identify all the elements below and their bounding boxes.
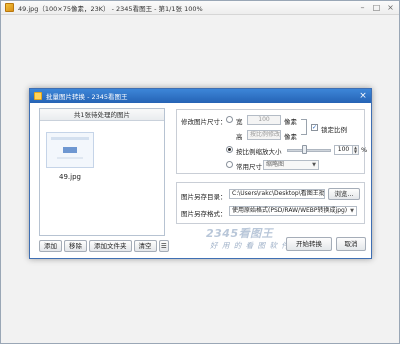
close-icon[interactable]: × bbox=[386, 3, 395, 12]
save-format-label: 图片另存格式： bbox=[181, 210, 227, 218]
scale-label: 按比例缩放大小 bbox=[236, 148, 282, 156]
thumbnail-line bbox=[57, 157, 83, 159]
common-size-value: 缩略图 bbox=[266, 161, 285, 168]
ratio-link-bracket bbox=[301, 119, 307, 135]
dialog-titlebar: 批量图片转换 - 2345看图王 × bbox=[30, 89, 371, 103]
start-convert-button[interactable]: 开始转换 bbox=[286, 237, 332, 251]
save-format-select[interactable]: 使用原始格式(PSD/RAW/WEBP转换成jpg) ▼ bbox=[229, 206, 357, 216]
resize-settings: 修改图片尺寸： 宽 100 像素 ✓ 锁定比例 高 按比例修改 像素 按比例缩放… bbox=[176, 109, 368, 174]
thumbnail-center bbox=[63, 147, 77, 153]
file-name: 49.jpg bbox=[59, 173, 81, 181]
app-title: 49.jpg（100×75像素，23K） - 2345看图王 - 第1/1张 1… bbox=[18, 4, 203, 13]
app-window: 49.jpg（100×75像素，23K） - 2345看图王 - 第1/1张 1… bbox=[0, 0, 400, 344]
add-folder-button[interactable]: 添加文件夹 bbox=[89, 240, 132, 252]
radio-common-size[interactable] bbox=[226, 161, 233, 168]
scale-slider-track[interactable] bbox=[287, 149, 331, 152]
save-format-value: 使用原始格式(PSD/RAW/WEBP转换成jpg) bbox=[232, 207, 348, 214]
save-dir-label: 图片另存目录： bbox=[181, 193, 227, 201]
common-size-label: 常用尺寸 bbox=[236, 163, 262, 171]
scale-input[interactable]: 100 bbox=[334, 145, 353, 155]
dialog-app-icon bbox=[34, 92, 42, 100]
save-settings: 图片另存目录： C:\Users\rakc\Desktop\看图王批 浏览...… bbox=[176, 182, 365, 224]
common-size-select[interactable]: 缩略图 ▼ bbox=[263, 160, 319, 170]
add-button[interactable]: 添加 bbox=[39, 240, 62, 252]
chevron-down-icon: ▼ bbox=[312, 162, 316, 168]
brand-logo: 2345看图王 bbox=[206, 227, 274, 240]
scale-spinner[interactable]: ▲ ▼ bbox=[353, 145, 359, 155]
app-titlebar: 49.jpg（100×75像素，23K） - 2345看图王 - 第1/1张 1… bbox=[1, 1, 399, 15]
maximize-icon[interactable]: □ bbox=[372, 3, 381, 12]
radio-custom-size[interactable] bbox=[226, 116, 233, 123]
scale-slider-thumb[interactable] bbox=[302, 145, 307, 154]
file-list-header: 共1张待处理的图片 bbox=[40, 109, 164, 121]
window-controls: – □ × bbox=[358, 3, 395, 12]
thumbnail-bar bbox=[51, 137, 89, 140]
height-unit: 像素 bbox=[284, 133, 297, 141]
width-input[interactable]: 100 bbox=[247, 115, 281, 125]
dialog-close-icon[interactable]: × bbox=[358, 91, 368, 101]
image-viewer-icon bbox=[5, 3, 14, 12]
file-list: 共1张待处理的图片 49.jpg bbox=[39, 108, 165, 236]
cancel-button[interactable]: 取消 bbox=[336, 237, 366, 251]
minimize-icon[interactable]: – bbox=[358, 3, 367, 12]
radio-scale[interactable] bbox=[226, 146, 233, 153]
save-dir-input[interactable]: C:\Users\rakc\Desktop\看图王批 bbox=[229, 189, 325, 199]
file-list-toolbar: 添加 移除 添加文件夹 清空 ☰ bbox=[39, 240, 169, 254]
height-label: 高 bbox=[236, 133, 243, 141]
browse-button[interactable]: 浏览... bbox=[328, 188, 360, 200]
clear-button[interactable]: 清空 bbox=[133, 240, 157, 252]
height-input[interactable]: 按比例修改 bbox=[247, 130, 281, 140]
scale-unit: % bbox=[361, 146, 368, 154]
dialog-title: 批量图片转换 - 2345看图王 bbox=[46, 93, 128, 101]
lock-ratio-label: 锁定比例 bbox=[321, 126, 347, 134]
file-list-panel: 共1张待处理的图片 49.jpg 添加 移除 添加文件夹 清空 ☰ bbox=[39, 108, 169, 268]
chevron-down-icon: ▼ bbox=[350, 208, 354, 214]
batch-convert-dialog: 批量图片转换 - 2345看图王 × 共1张待处理的图片 49.jpg 添加 移… bbox=[29, 88, 372, 259]
width-label: 宽 bbox=[236, 118, 243, 126]
brand-slogan: 好 用 的 看 图 软 件 ! bbox=[210, 241, 298, 250]
lock-ratio-checkbox[interactable]: ✓ bbox=[311, 124, 318, 131]
file-thumbnail[interactable] bbox=[46, 132, 94, 168]
resize-label: 修改图片尺寸： bbox=[181, 118, 227, 126]
width-unit: 像素 bbox=[284, 118, 297, 126]
list-view-icon[interactable]: ☰ bbox=[158, 240, 169, 252]
remove-button[interactable]: 移除 bbox=[64, 240, 87, 252]
